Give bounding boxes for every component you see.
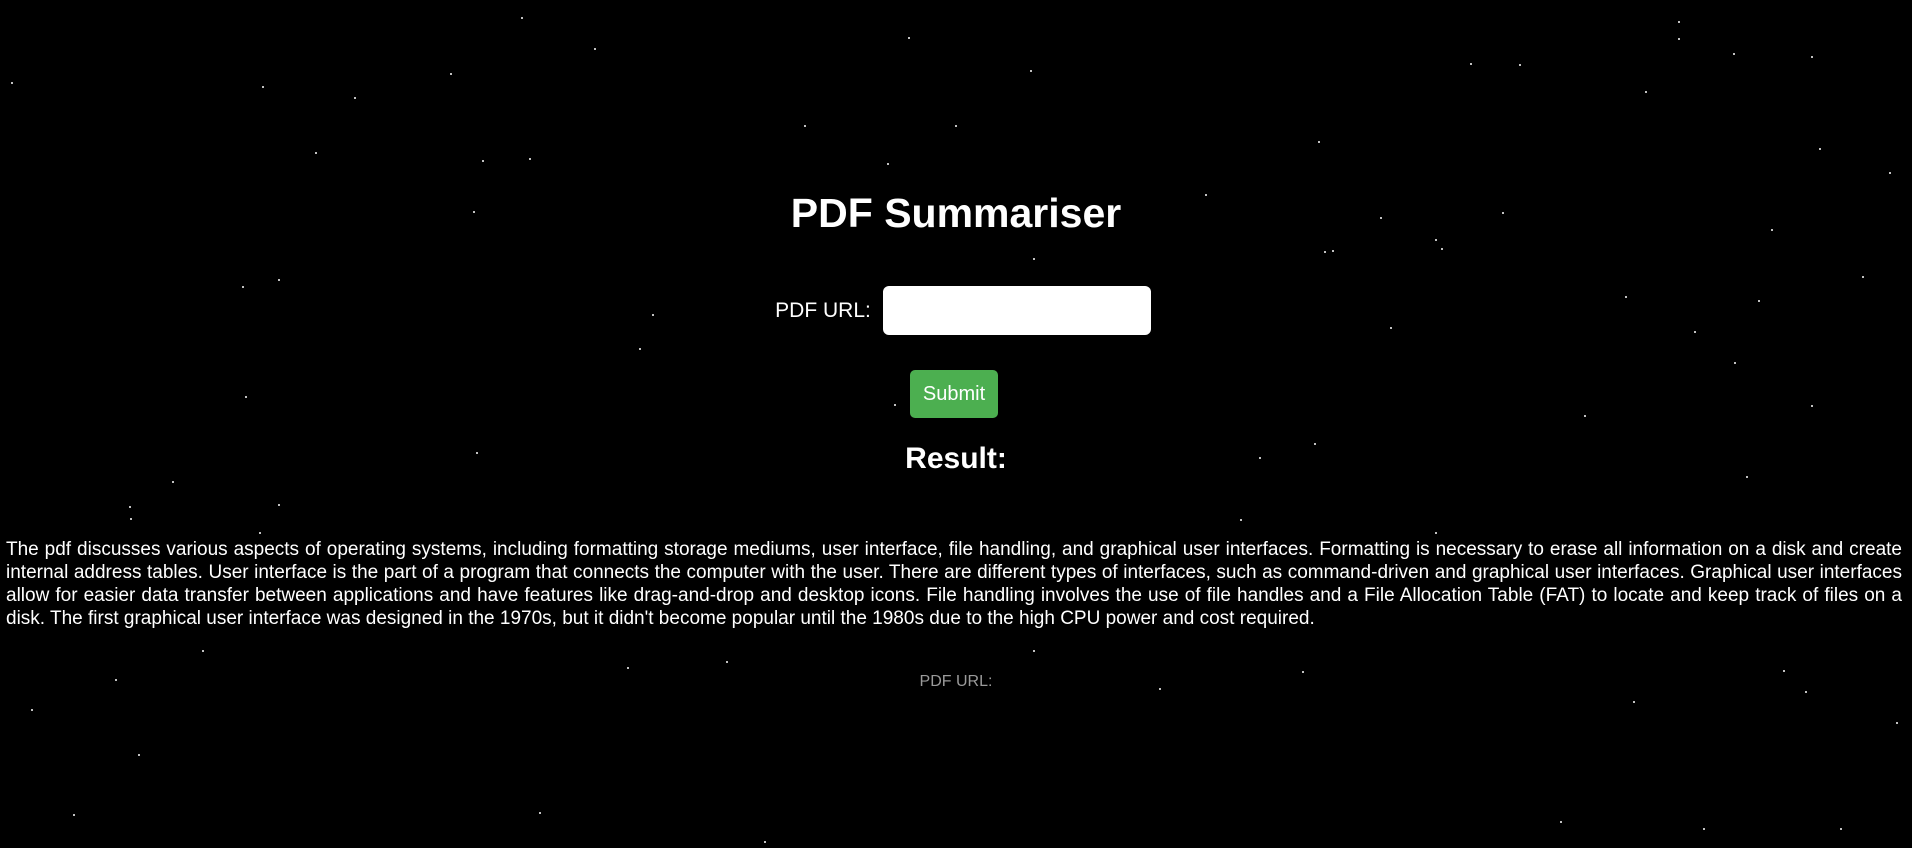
star-dot [73, 814, 75, 816]
star-dot [764, 841, 766, 843]
star-dot [11, 82, 13, 84]
star-dot [138, 754, 140, 756]
star-dot [887, 163, 889, 165]
pdf-url-label: PDF URL: [775, 298, 871, 322]
pdf-url-row: PDF URL: [0, 286, 1912, 335]
star-dot [450, 73, 452, 75]
star-dot [1324, 251, 1326, 253]
star-dot [202, 650, 204, 652]
star-dot [1783, 670, 1785, 672]
star-dot [1678, 38, 1680, 40]
star-dot [354, 97, 356, 99]
footer-pdf-url-label: PDF URL: [919, 673, 993, 690]
star-dot [1030, 70, 1032, 72]
star-dot [1033, 650, 1035, 652]
star-dot [31, 709, 33, 711]
star-dot [594, 48, 596, 50]
star-dot [315, 152, 317, 154]
star-dot [278, 504, 280, 506]
star-dot [1862, 276, 1864, 278]
star-dot [539, 812, 541, 814]
star-dot [1734, 362, 1736, 364]
star-dot [1645, 91, 1647, 93]
star-dot [1318, 141, 1320, 143]
star-dot [1560, 821, 1562, 823]
star-dot [1519, 64, 1521, 66]
star-dot [259, 532, 261, 534]
star-dot [1819, 148, 1821, 150]
star-dot [1435, 239, 1437, 241]
star-dot [908, 37, 910, 39]
result-summary-text: The pdf discusses various aspects of ope… [6, 539, 1902, 629]
star-dot [639, 348, 641, 350]
star-dot [1703, 828, 1705, 830]
page: PDF Summariser PDF URL: Submit Result: T… [0, 0, 1912, 848]
star-dot [627, 667, 629, 669]
star-dot [129, 506, 131, 508]
star-dot [245, 396, 247, 398]
star-dot [1584, 415, 1586, 417]
star-dot [521, 17, 523, 19]
star-dot [726, 661, 728, 663]
star-dot [1840, 828, 1842, 830]
star-dot [1811, 56, 1813, 58]
star-dot [804, 125, 806, 127]
star-dot [172, 481, 174, 483]
starfield-background [0, 0, 1912, 848]
star-dot [1805, 691, 1807, 693]
star-dot [1240, 519, 1242, 521]
star-dot [1332, 250, 1334, 252]
star-dot [1441, 248, 1443, 250]
result-heading: Result: [905, 442, 1007, 475]
star-dot [1896, 722, 1898, 724]
star-dot [278, 279, 280, 281]
star-dot [955, 125, 957, 127]
star-dot [1633, 701, 1635, 703]
star-dot [1435, 532, 1437, 534]
star-dot [130, 518, 132, 520]
star-dot [529, 158, 531, 160]
star-dot [894, 404, 896, 406]
star-dot [482, 160, 484, 162]
star-dot [262, 86, 264, 88]
star-dot [1811, 405, 1813, 407]
pdf-url-input[interactable] [882, 286, 1151, 335]
star-dot [1033, 258, 1035, 260]
star-dot [1470, 63, 1472, 65]
submit-button[interactable]: Submit [910, 370, 998, 418]
page-title: PDF Summariser [790, 190, 1122, 236]
star-dot [1733, 53, 1735, 55]
star-dot [1889, 172, 1891, 174]
star-dot [1678, 21, 1680, 23]
